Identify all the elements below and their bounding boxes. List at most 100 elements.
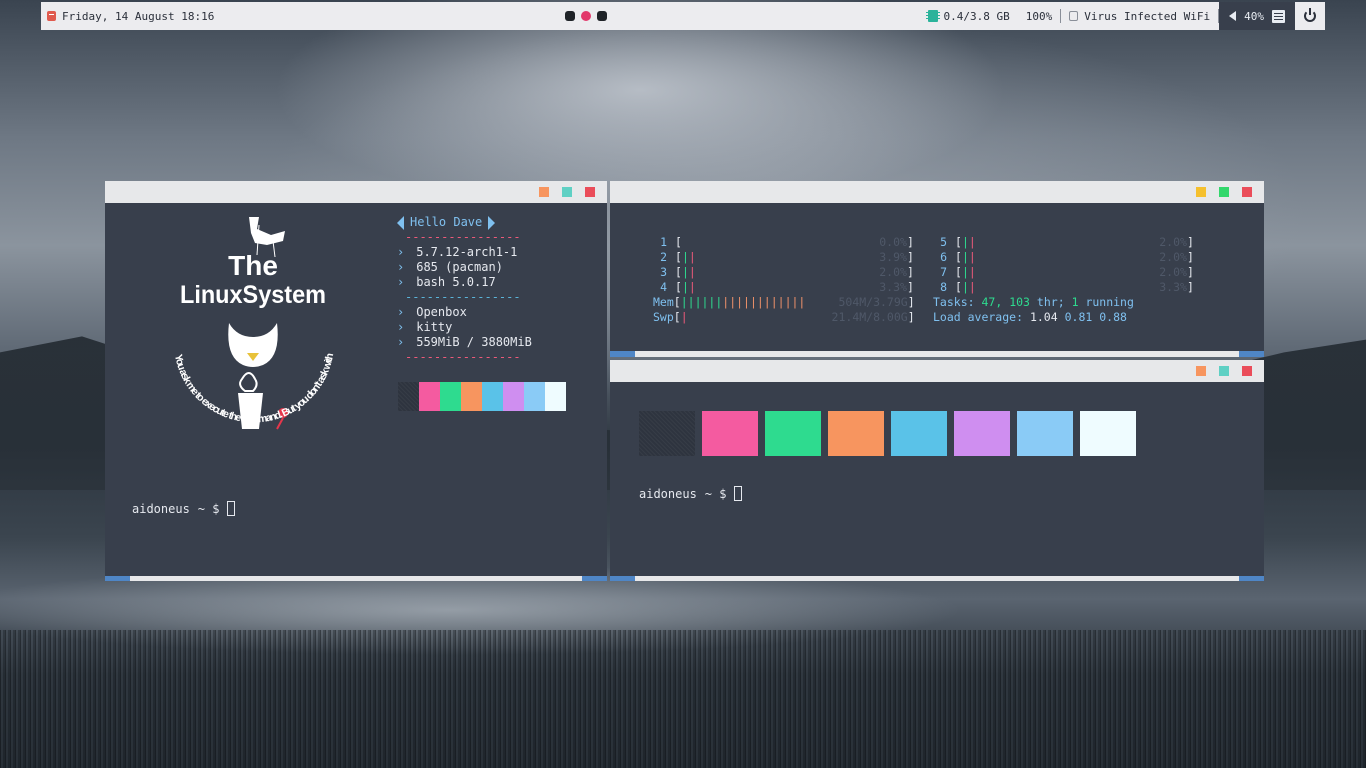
cpu-number: 3 — [660, 265, 667, 279]
cpu-meters-right: 5[|| 2.0%] 6[|| 2.0%] 7[|| 2.0%] 8[|| 3.3%] — [933, 235, 1213, 295]
cpu-number: 6 — [940, 250, 947, 264]
chevron-icon: › — [397, 305, 405, 319]
window-titlebar[interactable] — [610, 360, 1264, 382]
mem-bars-cache: |||||||||||| — [722, 295, 806, 309]
swap-value: 21.4M/8.00G — [831, 310, 908, 324]
close-button[interactable] — [585, 187, 595, 197]
color-palette-large — [639, 411, 1136, 456]
memory-chip-icon — [925, 10, 940, 22]
linux-system-logo: The LinuxSystem You ask me to execute th… — [163, 215, 336, 430]
info-line-memory: › 559MiB / 3880MiB — [397, 335, 577, 350]
maximize-button[interactable] — [562, 187, 572, 197]
prompt-symbol: ~ $ — [197, 501, 220, 516]
window-bottom-border — [610, 351, 1264, 357]
info-line-packages: › 685 (pacman) — [397, 260, 577, 275]
palette-swatch — [639, 411, 695, 456]
info-terminal: kitty — [416, 320, 453, 334]
cpu-percent: 3.9% — [879, 250, 907, 264]
notes-icon[interactable] — [1272, 9, 1285, 23]
prompt-user: aidoneus — [639, 486, 697, 501]
text-cursor — [734, 486, 743, 501]
palette-swatch — [1080, 411, 1136, 456]
calendar-icon — [47, 11, 56, 21]
logo-title-line1: The — [228, 250, 278, 281]
running-count: 1 — [1071, 295, 1079, 309]
status-area: 0.4/3.8 GB 100% Virus Infected WiFi 40% — [920, 2, 1325, 30]
palette-swatch — [891, 411, 947, 456]
wifi-widget[interactable]: Virus Infected WiFi — [1061, 10, 1218, 23]
palette-swatch — [702, 411, 758, 456]
cpu-percent: 3.3% — [1159, 280, 1187, 294]
tasks-label: Tasks: — [933, 295, 975, 309]
swap-bars: | — [680, 310, 688, 324]
cpu-meter: 6[|| 2.0%] — [933, 250, 1213, 265]
palette-swatch — [398, 382, 419, 411]
chevron-icon: › — [397, 245, 405, 259]
volume-level: 40% — [1244, 9, 1264, 23]
tasks-line: Tasks: 47, 103 thr; 1 running — [933, 295, 1213, 310]
window-bottom-border — [105, 576, 607, 581]
info-line-shell: › bash 5.0.17 — [397, 275, 577, 290]
shell-prompt[interactable]: aidoneus ~ $ — [132, 501, 236, 516]
sysinfo-panel: Hello Dave ---------------- › 5.7.12-arc… — [397, 215, 577, 365]
cpu-bars: || — [681, 265, 696, 279]
minimize-button[interactable] — [539, 187, 549, 197]
cpu-number: 1 — [660, 235, 667, 249]
window-titlebar[interactable] — [610, 181, 1264, 203]
palette-swatch — [545, 382, 566, 411]
terminal-window-colors[interactable]: aidoneus ~ $ — [610, 360, 1264, 581]
threads-label: thr; — [1036, 295, 1065, 309]
close-button[interactable] — [1242, 366, 1252, 376]
cpu-bars: || — [961, 250, 976, 264]
cpu-bars: || — [961, 280, 976, 294]
cpu-meter: 4[|| 3.3%] — [653, 280, 933, 295]
wifi-name: Virus Infected WiFi — [1084, 9, 1211, 23]
divider-blue: ---------------- — [405, 290, 521, 304]
cpu-bars: || — [961, 235, 976, 249]
cpu-percent: 2.0% — [1159, 250, 1187, 264]
cpu-meter: 7[|| 2.0%] — [933, 265, 1213, 280]
mem-value: 504M/3.79G — [838, 295, 908, 309]
workspace-2-indicator[interactable] — [581, 11, 591, 21]
prompt-user: aidoneus — [132, 501, 190, 516]
power-button[interactable] — [1295, 2, 1325, 30]
info-line-kernel: › 5.7.12-arch1-1 — [397, 245, 577, 260]
cpu-percent: 2.0% — [1159, 265, 1187, 279]
minimize-button[interactable] — [1196, 187, 1206, 197]
workspace-3-indicator[interactable] — [597, 11, 607, 21]
wallpaper-grass — [0, 630, 1366, 768]
minimize-button[interactable] — [1196, 366, 1206, 376]
cpu-widget[interactable]: 100% — [1018, 10, 1061, 23]
workspace-1-indicator[interactable] — [565, 11, 575, 21]
clock-date: Friday, 14 August 18:16 — [62, 9, 215, 23]
terminal-window-fetch[interactable]: The LinuxSystem You ask me to execute th… — [105, 181, 607, 581]
prompt-symbol: ~ $ — [704, 486, 727, 501]
close-button[interactable] — [1242, 187, 1252, 197]
clock-widget[interactable]: Friday, 14 August 18:16 — [41, 10, 214, 23]
palette-swatch — [524, 382, 545, 411]
palette-swatch — [765, 411, 821, 456]
maximize-button[interactable] — [1219, 366, 1229, 376]
load-label: Load average: — [933, 310, 1024, 324]
window-titlebar[interactable] — [105, 181, 607, 203]
palette-swatch — [503, 382, 524, 411]
cpu-percent: 2.0% — [1159, 235, 1187, 249]
terminal-window-htop[interactable]: 1[0.0%] 2[|| 3.9%] 3[|| 2.0%] 4[|| 3.3%] 5[|| 2… — [610, 181, 1264, 357]
volume-widget[interactable]: 40% — [1219, 2, 1295, 30]
maximize-button[interactable] — [1219, 187, 1229, 197]
cpu-number: 7 — [940, 265, 947, 279]
memory-widget[interactable]: 0.4/3.8 GB — [920, 10, 1018, 23]
cpu-meter: 8[|| 3.3%] — [933, 280, 1213, 295]
cpu-percent: 3.3% — [879, 280, 907, 294]
power-icon — [1304, 8, 1316, 22]
palette-swatch — [828, 411, 884, 456]
load-15min: 0.88 — [1099, 310, 1127, 324]
load-5min: 0.81 — [1064, 310, 1093, 324]
cpu-percent: 100% — [1025, 9, 1053, 23]
shell-prompt[interactable]: aidoneus ~ $ — [639, 486, 743, 501]
palette-swatch — [482, 382, 503, 411]
memory-usage: 0.4/3.8 GB — [943, 9, 1010, 23]
arrow-right-icon — [488, 215, 496, 230]
palette-swatch — [1017, 411, 1073, 456]
arrow-left-icon — [397, 215, 404, 230]
